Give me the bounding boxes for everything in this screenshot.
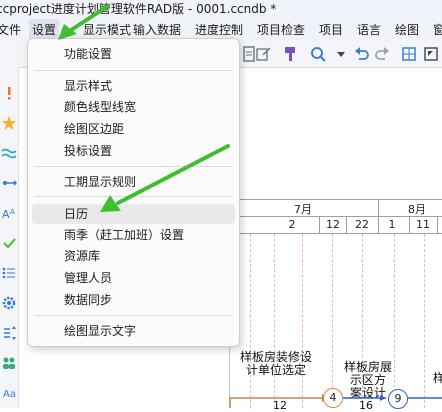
menu-item-resource-library[interactable]: 资源库 <box>64 247 100 265</box>
menu-item-duration-display-rules[interactable]: 工期显示规则 <box>64 173 136 191</box>
menu-separator <box>34 166 233 167</box>
task-duration: 16 <box>359 399 373 412</box>
menu-item-color-line-style[interactable]: 颜色线型线宽 <box>64 98 136 116</box>
network-node[interactable]: 9 <box>388 389 408 409</box>
menu-item-managers[interactable]: 管理人员 <box>64 269 112 287</box>
menu-item-function-settings[interactable]: 功能设置 <box>64 45 112 63</box>
menu-item-display-style[interactable]: 显示样式 <box>64 77 112 95</box>
menu-separator <box>34 70 233 71</box>
menu-item-drawing-display-text[interactable]: 绘图显示文字 <box>64 322 136 340</box>
menu-item-bid-settings[interactable]: 投标设置 <box>64 142 112 160</box>
menu-item-calendar[interactable]: 日历 <box>64 205 88 223</box>
menu-separator <box>34 196 233 197</box>
settings-dropdown-menu: 功能设置 显示样式 颜色线型线宽 绘图区边距 投标设置 工期显示规则 日历 雨季… <box>27 38 240 347</box>
task-duration: 12 <box>273 399 287 412</box>
menu-separator <box>34 315 233 316</box>
network-node[interactable]: 4 <box>323 388 343 408</box>
menu-item-drawing-margins[interactable]: 绘图区边距 <box>64 120 124 138</box>
menu-item-data-sync[interactable]: 数据同步 <box>64 291 112 309</box>
menu-hover-highlight <box>32 204 235 224</box>
menu-item-rainy-season-overtime[interactable]: 雨季（赶工加班）设置 <box>64 226 184 244</box>
